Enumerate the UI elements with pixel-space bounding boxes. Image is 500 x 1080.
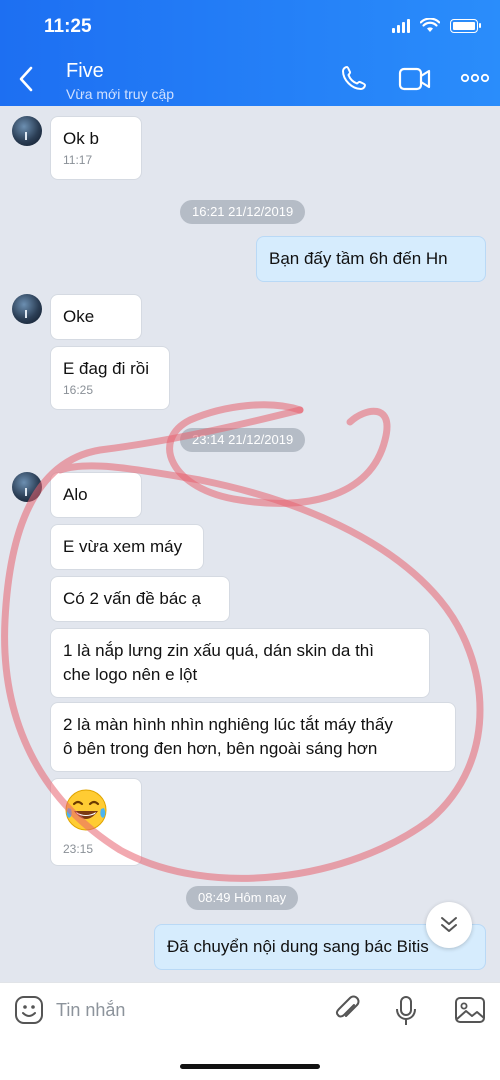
date-separator: 23:14 21/12/2019 (180, 428, 306, 452)
microphone-icon[interactable] (394, 995, 418, 1027)
more-options-icon[interactable] (460, 72, 490, 84)
message-text-line: che logo nên e lột (63, 665, 198, 684)
status-time: 11:25 (44, 16, 92, 37)
message-text: Có 2 vấn đề bác ạ (63, 589, 201, 608)
message-bubble[interactable]: 1 là nắp lưng zin xấu quá, dán skin da t… (50, 628, 430, 698)
video-call-icon[interactable] (398, 66, 432, 92)
message-text-line: 2 là màn hình nhìn nghiêng lúc tắt máy t… (63, 715, 393, 734)
message-bubble[interactable]: 2 là màn hình nhìn nghiêng lúc tắt máy t… (50, 702, 456, 772)
contact-avatar[interactable] (12, 116, 42, 146)
message-bubble[interactable]: E đag đi rồi 16:25 (50, 346, 170, 410)
message-text-line: ô bên trong đen hơn, bên ngoài sáng hơn (63, 739, 378, 758)
date-separator: 16:21 21/12/2019 (180, 200, 306, 224)
back-icon[interactable] (12, 62, 42, 96)
contact-avatar[interactable] (12, 472, 42, 502)
contact-avatar[interactable] (12, 294, 42, 324)
wifi-icon (420, 18, 440, 32)
message-bubble[interactable]: Alo (50, 472, 142, 518)
message-bubble[interactable]: Có 2 vấn đề bác ạ (50, 576, 230, 622)
message-time: 11:17 (63, 153, 93, 167)
chat-header: 11:25 Five Vừa mới truy cập (0, 0, 500, 106)
sticker-icon[interactable] (14, 995, 44, 1025)
message-text: Alo (63, 485, 88, 504)
message-input[interactable] (56, 995, 316, 1025)
message-text: E vừa xem máy (63, 537, 183, 556)
message-text: Ok b (63, 129, 99, 148)
battery-icon (450, 18, 481, 33)
message-list[interactable]: Ok b 11:17 16:21 21/12/2019 Bạn đấy tầm … (0, 106, 500, 982)
message-text: Oke (63, 307, 95, 326)
laughing-tears-emoji-icon (65, 789, 107, 831)
message-bubble[interactable]: Ok b 11:17 (50, 116, 142, 180)
message-text: E đag đi rồi (63, 359, 149, 378)
message-bubble[interactable]: 23:15 (50, 778, 142, 866)
signal-icon (392, 18, 410, 33)
message-bubble[interactable]: Oke (50, 294, 142, 340)
image-gallery-icon[interactable] (454, 995, 486, 1025)
home-indicator (180, 1064, 320, 1069)
message-text: Bạn đấy tầm 6h đến Hn (269, 249, 448, 268)
scroll-to-bottom-button[interactable] (426, 902, 472, 948)
message-text-line: 1 là nắp lưng zin xấu quá, dán skin da t… (63, 641, 374, 660)
date-separator: 08:49 Hôm nay (186, 886, 299, 910)
attachment-icon[interactable] (334, 995, 362, 1025)
message-bubble[interactable]: E vừa xem máy (50, 524, 204, 570)
contact-status: Vừa mới truy cập (66, 86, 175, 102)
message-text: Đã chuyển nội dung sang bác Bitis (167, 937, 429, 956)
contact-name[interactable]: Five (66, 60, 104, 83)
message-time: 23:15 (63, 842, 94, 856)
status-icons (392, 18, 481, 33)
message-bubble-outgoing[interactable]: Bạn đấy tầm 6h đến Hn (256, 236, 486, 282)
phone-call-icon[interactable] (340, 64, 368, 92)
message-time: 16:25 (63, 383, 94, 397)
double-chevron-down-icon (441, 917, 457, 932)
